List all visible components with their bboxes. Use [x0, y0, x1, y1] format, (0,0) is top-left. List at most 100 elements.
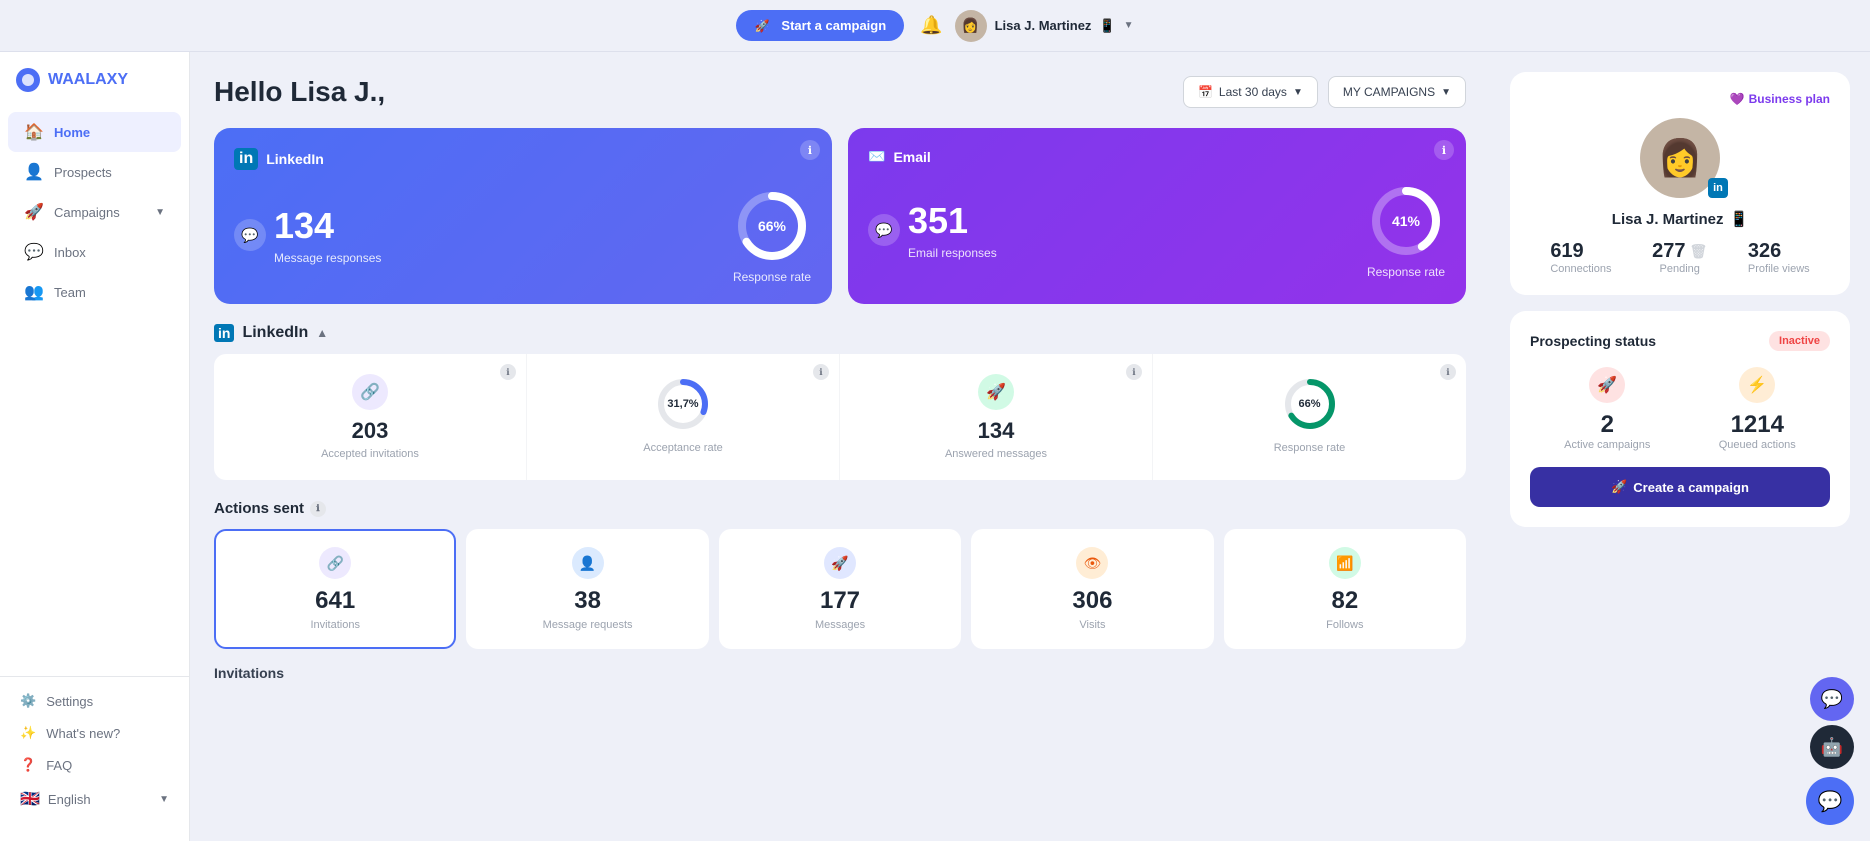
header-controls: 📅 Last 30 days ▼ MY CAMPAIGNS ▼ — [1183, 76, 1466, 108]
sidebar-label-inbox: Inbox — [54, 245, 165, 260]
response-rate-label: Response rate — [1173, 442, 1446, 454]
robot-chat-button[interactable]: 🤖 — [1810, 725, 1854, 769]
action-card-message-requests[interactable]: 👤 38 Message requests — [466, 529, 708, 649]
sidebar-label-home: Home — [54, 125, 165, 140]
linkedin-metrics-row: ℹ 🔗 203 Accepted invitations ℹ 31,7% — [214, 354, 1466, 480]
linkedin-card-info-button[interactable]: ℹ — [800, 140, 820, 160]
phone-icon: 📱 — [1099, 18, 1115, 34]
avatar: 👩 — [955, 10, 987, 42]
action-card-messages[interactable]: 🚀 177 Messages — [719, 529, 961, 649]
sidebar-item-settings[interactable]: ⚙️ Settings — [8, 685, 181, 717]
linkedin-section-header[interactable]: in LinkedIn ▲ — [214, 324, 1466, 342]
answered-msg-value: 134 — [860, 418, 1132, 444]
accepted-inv-label: Accepted invitations — [234, 448, 506, 460]
messages-label: Messages — [737, 619, 943, 631]
create-campaign-rocket-icon: 🚀 — [1611, 479, 1627, 495]
accepted-inv-info-button[interactable]: ℹ — [500, 364, 516, 380]
linkedin-card-title: LinkedIn — [266, 151, 324, 167]
logo-text: WAALAXY — [48, 71, 128, 89]
response-rate-donut: 66% — [1173, 374, 1446, 434]
calendar-icon: 📅 — [1198, 85, 1213, 99]
support-chat-button[interactable]: 💬 — [1810, 677, 1854, 721]
email-rate: 41% Response rate — [1366, 181, 1446, 279]
email-stat-card: ✉️ Email ℹ 💬 351 Email responses — [848, 128, 1466, 304]
acceptance-rate-label: Acceptance rate — [547, 442, 819, 454]
linkedin-responses-label: Message responses — [274, 251, 381, 265]
email-metric-icon: 💬 — [868, 214, 900, 246]
email-responses-label: Email responses — [908, 246, 997, 260]
campaigns-filter-button[interactable]: MY CAMPAIGNS ▼ — [1328, 76, 1466, 108]
email-responses-value: 351 — [908, 200, 997, 242]
actions-sent-header: Actions sent ℹ — [214, 500, 1466, 517]
prospecting-card: Prospecting status Inactive 🚀 2 Active c… — [1510, 311, 1850, 527]
linkedin-icon: in — [234, 148, 258, 170]
period-chevron-icon: ▼ — [1293, 87, 1303, 98]
connections-stat: 619 Connections — [1550, 240, 1611, 275]
content-area: Hello Lisa J., 📅 Last 30 days ▼ MY CAMPA… — [190, 52, 1490, 841]
business-plan-label: Business plan — [1749, 92, 1830, 106]
action-card-invitations[interactable]: 🔗 641 Invitations — [214, 529, 456, 649]
queued-actions-metric: ⚡ 1214 Queued actions — [1719, 367, 1796, 451]
bell-icon[interactable]: 🔔 — [920, 15, 942, 36]
linkedin-section-icon: in — [214, 324, 234, 342]
team-icon: 👥 — [24, 282, 44, 302]
user-chip[interactable]: 👩 Lisa J. Martinez 📱 ▼ — [955, 10, 1134, 42]
metric-acceptance-rate: ℹ 31,7% Acceptance rate — [527, 354, 840, 480]
stats-cards-row: in LinkedIn ℹ 💬 134 Message responses — [214, 128, 1466, 304]
email-icon: ✉️ — [868, 148, 885, 165]
question-icon: ❓ — [20, 757, 36, 773]
follows-label: Follows — [1242, 619, 1448, 631]
email-card-info-button[interactable]: ℹ — [1434, 140, 1454, 160]
pending-stat: 277 🗑 Pending — [1652, 240, 1707, 275]
page-title: Hello Lisa J., — [214, 76, 385, 108]
sidebar-item-whats-new[interactable]: ✨ What's new? — [8, 717, 181, 749]
live-chat-button[interactable]: 💬 — [1806, 777, 1854, 825]
page-header: Hello Lisa J., 📅 Last 30 days ▼ MY CAMPA… — [214, 76, 1466, 108]
response-rate-info-button[interactable]: ℹ — [1440, 364, 1456, 380]
acceptance-rate-donut: 31,7% — [547, 374, 819, 434]
language-label: English — [48, 792, 91, 807]
email-metric: 💬 351 Email responses — [868, 200, 997, 260]
acceptance-rate-info-button[interactable]: ℹ — [813, 364, 829, 380]
campaigns-icon: 🚀 — [24, 202, 44, 222]
sidebar-item-faq[interactable]: ❓ FAQ — [8, 749, 181, 781]
sidebar-item-prospects[interactable]: 👤 Prospects — [8, 152, 181, 192]
invitations-label-card: Invitations — [232, 619, 438, 631]
sidebar-label-prospects: Prospects — [54, 165, 165, 180]
pending-value: 277 — [1652, 240, 1685, 263]
sidebar-label-settings: Settings — [46, 694, 93, 709]
language-selector[interactable]: 🇬🇧 English ▼ — [8, 781, 181, 817]
sidebar-item-home[interactable]: 🏠 Home — [8, 112, 181, 152]
linkedin-responses-value: 134 — [274, 205, 381, 247]
email-rate-value: 41% — [1392, 213, 1420, 229]
trash-icon[interactable]: 🗑 — [1689, 243, 1707, 260]
actions-sent-title: Actions sent — [214, 500, 304, 517]
active-campaigns-metric: 🚀 2 Active campaigns — [1564, 367, 1650, 451]
profile-views-value: 326 — [1748, 240, 1810, 263]
linkedin-stat-card: in LinkedIn ℹ 💬 134 Message responses — [214, 128, 832, 304]
actions-info-button[interactable]: ℹ — [310, 501, 326, 517]
action-card-follows[interactable]: 📶 82 Follows — [1224, 529, 1466, 649]
visits-label: Visits — [989, 619, 1195, 631]
main-layout: WAALAXY 🏠 Home 👤 Prospects 🚀 Campaigns ▼… — [0, 52, 1870, 841]
sidebar-item-team[interactable]: 👥 Team — [8, 272, 181, 312]
create-campaign-button[interactable]: 🚀 Create a campaign — [1530, 467, 1830, 507]
campaigns-chevron-icon: ▼ — [1441, 87, 1451, 98]
user-name: Lisa J. Martinez — [995, 18, 1092, 33]
prospects-icon: 👤 — [24, 162, 44, 182]
linkedin-metric: 💬 134 Message responses — [234, 205, 381, 265]
sidebar-item-inbox[interactable]: 💬 Inbox — [8, 232, 181, 272]
settings-icon: ⚙️ — [20, 693, 36, 709]
sparkle-icon: ✨ — [20, 725, 36, 741]
start-campaign-button[interactable]: Start a campaign — [736, 10, 904, 41]
period-filter-label: Last 30 days — [1219, 85, 1287, 99]
profile-views-stat: 326 Profile views — [1748, 240, 1810, 275]
action-card-visits[interactable]: 👁 306 Visits — [971, 529, 1213, 649]
email-card-header: ✉️ Email — [868, 148, 1446, 165]
answered-msg-info-button[interactable]: ℹ — [1126, 364, 1142, 380]
business-plan-link[interactable]: 💜 Business plan — [1530, 92, 1830, 106]
period-filter-button[interactable]: 📅 Last 30 days ▼ — [1183, 76, 1318, 108]
profile-stats: 619 Connections 277 🗑 Pending 326 Profil… — [1530, 240, 1830, 275]
sidebar-item-campaigns[interactable]: 🚀 Campaigns ▼ — [8, 192, 181, 232]
message-requests-value: 38 — [484, 587, 690, 615]
